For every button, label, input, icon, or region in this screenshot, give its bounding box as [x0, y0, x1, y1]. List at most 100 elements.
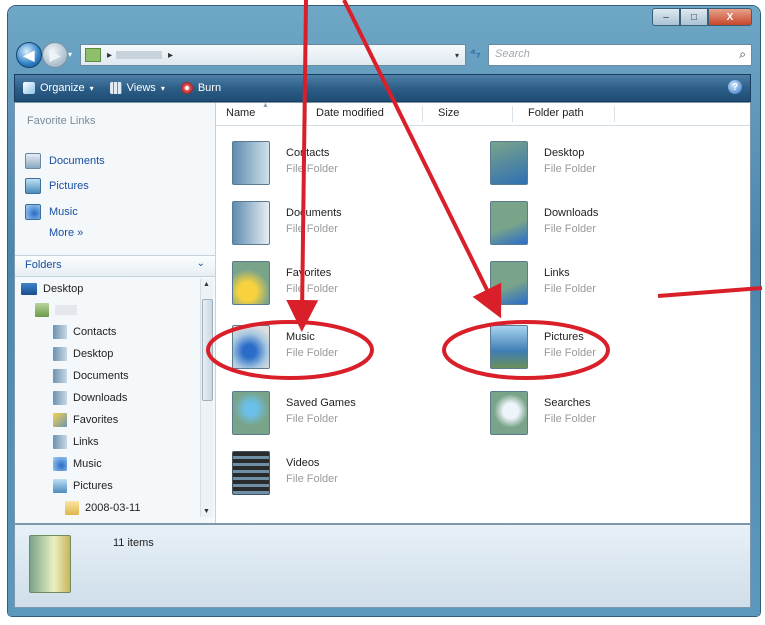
item-name: Pictures	[544, 331, 584, 343]
scroll-down-icon[interactable]: ▼	[203, 508, 210, 515]
more-link[interactable]: More »	[49, 227, 83, 239]
search-input[interactable]	[489, 45, 731, 63]
column-name[interactable]: Name	[226, 107, 255, 119]
item-name: Downloads	[544, 207, 599, 219]
folder-item-saved-games[interactable]: Saved Games File Folder	[224, 389, 454, 445]
scroll-up-icon[interactable]: ▲	[203, 281, 210, 288]
address-bar[interactable]: ▸ ▸ ▾	[80, 44, 466, 66]
item-name: Contacts	[286, 147, 330, 159]
folder-item-documents[interactable]: Documents File Folder	[224, 199, 454, 255]
address-dropdown-icon[interactable]: ▾	[455, 51, 459, 60]
folder-item-favorites[interactable]: Favorites File Folder	[224, 259, 454, 315]
folder-item-desktop[interactable]: Desktop File Folder	[482, 139, 712, 195]
tree-item-pictures[interactable]: Pictures	[53, 479, 113, 493]
videos-folder-icon	[232, 451, 270, 495]
tree-item-documents[interactable]: Documents	[53, 369, 129, 383]
tree-item-label	[55, 305, 77, 315]
burn-button[interactable]: Burn	[180, 82, 221, 94]
tree-item-label: Desktop	[73, 348, 114, 360]
tree-item-desktop-root[interactable]: Desktop	[21, 283, 83, 295]
documents-folder-icon	[53, 369, 67, 383]
item-name: Links	[544, 267, 570, 279]
column-divider[interactable]	[422, 106, 423, 122]
tree-item-label: Desktop	[43, 283, 84, 295]
item-type: File Folder	[544, 223, 596, 235]
chevron-down-icon: ▾	[160, 83, 165, 93]
search-icon[interactable]: ⌕	[739, 47, 746, 62]
forward-button[interactable]: ▶	[42, 42, 68, 68]
views-button[interactable]: Views ▾	[109, 82, 165, 94]
organize-button[interactable]: Organize ▾	[23, 82, 94, 94]
pictures-folder-icon	[490, 325, 528, 369]
column-date-modified[interactable]: Date modified	[316, 107, 384, 119]
folder-item-downloads[interactable]: Downloads File Folder	[482, 199, 712, 255]
tree-item-downloads[interactable]: Downloads	[53, 391, 127, 405]
tree-item-label: Links	[73, 436, 99, 448]
folder-item-music[interactable]: Music File Folder	[224, 323, 454, 379]
tree-item-label: 2008-03-11	[85, 502, 141, 514]
close-button[interactable]: X	[708, 8, 752, 26]
tree-item-desktop[interactable]: Desktop	[53, 347, 113, 361]
tree-item-label: Pictures	[73, 480, 113, 492]
chevron-down-icon: ▾	[89, 83, 94, 93]
folders-header[interactable]: Folders ⌄	[15, 255, 215, 277]
maximize-button[interactable]: □	[680, 8, 708, 26]
details-pane: 11 items	[14, 524, 751, 608]
file-list-pane: Name ▲ Date modified Size Folder path Co…	[216, 102, 750, 523]
item-type: File Folder	[286, 283, 338, 295]
favorite-links-title: Favorite Links	[27, 115, 96, 127]
music-icon	[25, 204, 41, 220]
item-name: Videos	[286, 457, 320, 469]
tree-item-2008-03-11[interactable]: 2008-03-11	[65, 501, 140, 515]
item-type: File Folder	[286, 223, 338, 235]
searches-folder-icon	[490, 391, 528, 435]
folder-item-pictures[interactable]: Pictures File Folder	[482, 323, 712, 379]
tree-item-label: Downloads	[73, 392, 128, 404]
folder-item-searches[interactable]: Searches File Folder	[482, 389, 712, 445]
search-box[interactable]: ⌕	[488, 44, 752, 66]
item-name: Favorites	[286, 267, 332, 279]
folder-large-icon	[29, 535, 71, 593]
tree-item-contacts[interactable]: Contacts	[53, 325, 116, 339]
tree-item-user[interactable]	[35, 303, 77, 317]
back-arrow-icon: ◀	[23, 46, 35, 63]
tree-item-favorites[interactable]: Favorites	[53, 413, 118, 427]
help-icon[interactable]: ?	[728, 80, 742, 94]
chevron-down-icon[interactable]: ⌄	[197, 258, 205, 269]
folder-item-links[interactable]: Links File Folder	[482, 259, 712, 315]
tree-item-links[interactable]: Links	[53, 435, 99, 449]
downloads-folder-icon	[53, 391, 67, 405]
item-name: Saved Games	[286, 397, 356, 409]
sort-ascending-icon: ▲	[262, 102, 269, 109]
folder-item-contacts[interactable]: Contacts File Folder	[224, 139, 454, 195]
column-folder-path[interactable]: Folder path	[528, 107, 584, 119]
favorite-link-music[interactable]: Music	[25, 204, 78, 220]
column-divider[interactable]	[306, 106, 307, 122]
folders-title: Folders	[25, 259, 62, 271]
contacts-folder-icon	[232, 141, 270, 185]
tree-scrollbar[interactable]: ▲ ▼	[200, 279, 213, 517]
folder-item-videos[interactable]: Videos File Folder	[224, 449, 454, 505]
tree-item-music[interactable]: Music	[53, 457, 102, 471]
column-size[interactable]: Size	[438, 107, 459, 119]
pictures-folder-icon	[53, 479, 67, 493]
favorite-link-pictures[interactable]: Pictures	[25, 178, 89, 194]
desktop-icon	[21, 283, 37, 295]
minimize-button[interactable]: –	[652, 8, 680, 26]
favorite-link-documents[interactable]: Documents	[25, 153, 105, 169]
links-folder-icon	[490, 261, 528, 305]
recent-pages-dropdown[interactable]: ▾	[68, 50, 72, 59]
column-divider[interactable]	[512, 106, 513, 122]
scroll-thumb[interactable]	[202, 299, 213, 401]
refresh-button[interactable]: ⁴₇	[470, 46, 481, 60]
desktop-folder-icon	[53, 347, 67, 361]
back-button[interactable]: ◀	[16, 42, 42, 68]
contacts-icon	[53, 325, 67, 339]
pictures-icon	[25, 178, 41, 194]
documents-folder-icon	[232, 201, 270, 245]
item-type: File Folder	[544, 283, 596, 295]
title-bar[interactable]: – □ X	[8, 6, 760, 38]
address-crumb[interactable]	[116, 51, 163, 59]
folder-icon	[85, 48, 101, 62]
column-divider[interactable]	[614, 106, 615, 122]
